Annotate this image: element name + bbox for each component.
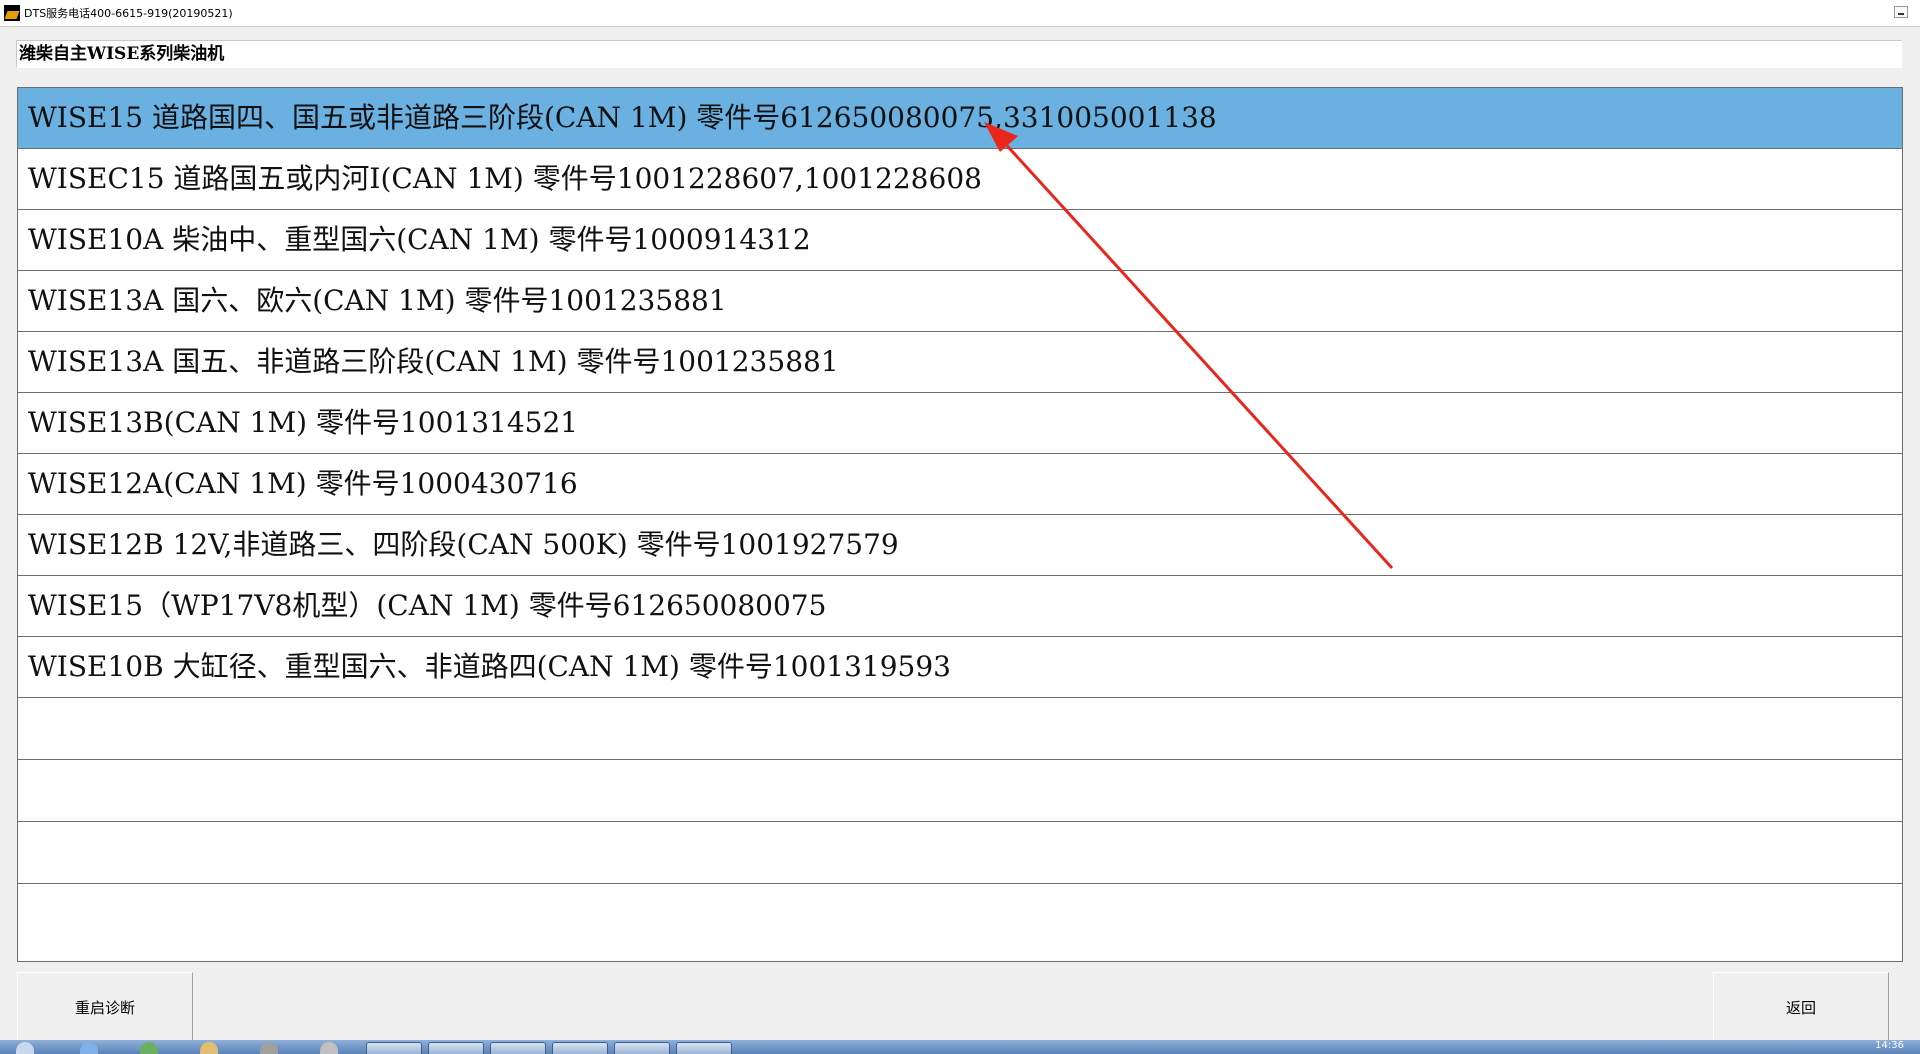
empty-list-row[interactable] xyxy=(18,698,1902,760)
explorer-icon[interactable] xyxy=(320,1042,338,1054)
list-item[interactable]: WISE10A 柴油中、重型国六(CAN 1M) 零件号1000914312 xyxy=(18,210,1902,271)
list-item[interactable]: WISE10B 大缸径、重型国六、非道路四(CAN 1M) 零件号1001319… xyxy=(18,637,1902,698)
restart-diagnosis-button[interactable]: 重启诊断 xyxy=(17,972,193,1042)
empty-list-row[interactable] xyxy=(18,760,1902,822)
list-item[interactable]: WISE15（WP17V8机型）(CAN 1M) 零件号612650080075 xyxy=(18,576,1902,637)
taskbar-app-button[interactable] xyxy=(428,1042,484,1054)
taskbar-app-button[interactable] xyxy=(552,1042,608,1054)
bottom-toolbar: 重启诊断 返回 xyxy=(0,966,1920,1042)
ecu-model-list: WISE15 道路国四、国五或非道路三阶段(CAN 1M) 零件号6126500… xyxy=(17,87,1903,962)
folder-icon[interactable] xyxy=(200,1042,218,1054)
ie-icon[interactable] xyxy=(140,1042,158,1054)
engine-series-title: 潍柴自主WISE系列柴油机 xyxy=(16,40,1902,68)
list-item[interactable]: WISEC15 道路国五或内河I(CAN 1M) 零件号1001228607,1… xyxy=(18,149,1902,210)
taskbar-app-button[interactable] xyxy=(490,1042,546,1054)
taskbar-app-button[interactable] xyxy=(366,1042,422,1054)
list-item[interactable]: WISE13A 国六、欧六(CAN 1M) 零件号1001235881 xyxy=(18,271,1902,332)
minimize-button[interactable] xyxy=(1894,6,1908,18)
app-logo-icon xyxy=(4,5,20,21)
taskbar-app-button[interactable] xyxy=(676,1042,732,1054)
taskbar: 14:36 xyxy=(0,1040,1920,1054)
app-window: DTS服务电话400-6615-919(20190521) 潍柴自主WISE系列… xyxy=(0,0,1920,1042)
list-item[interactable]: WISE12A(CAN 1M) 零件号1000430716 xyxy=(18,454,1902,515)
taskbar-clock: 14:36 xyxy=(1875,1040,1904,1051)
list-item[interactable]: WISE12B 12V,非道路三、四阶段(CAN 500K) 零件号100192… xyxy=(18,515,1902,576)
list-item[interactable]: WISE15 道路国四、国五或非道路三阶段(CAN 1M) 零件号6126500… xyxy=(18,88,1902,149)
start-orb-icon[interactable] xyxy=(16,1042,34,1054)
empty-list-row[interactable] xyxy=(18,822,1902,884)
title-bar: DTS服务电话400-6615-919(20190521) xyxy=(0,0,1920,27)
taskbar-app-button[interactable] xyxy=(614,1042,670,1054)
empty-list-row[interactable] xyxy=(18,884,1902,946)
back-button[interactable]: 返回 xyxy=(1713,972,1889,1042)
browser-icon[interactable] xyxy=(80,1042,98,1054)
media-icon[interactable] xyxy=(260,1042,278,1054)
list-item[interactable]: WISE13B(CAN 1M) 零件号1001314521 xyxy=(18,393,1902,454)
window-title: DTS服务电话400-6615-919(20190521) xyxy=(24,7,233,20)
list-item[interactable]: WISE13A 国五、非道路三阶段(CAN 1M) 零件号1001235881 xyxy=(18,332,1902,393)
